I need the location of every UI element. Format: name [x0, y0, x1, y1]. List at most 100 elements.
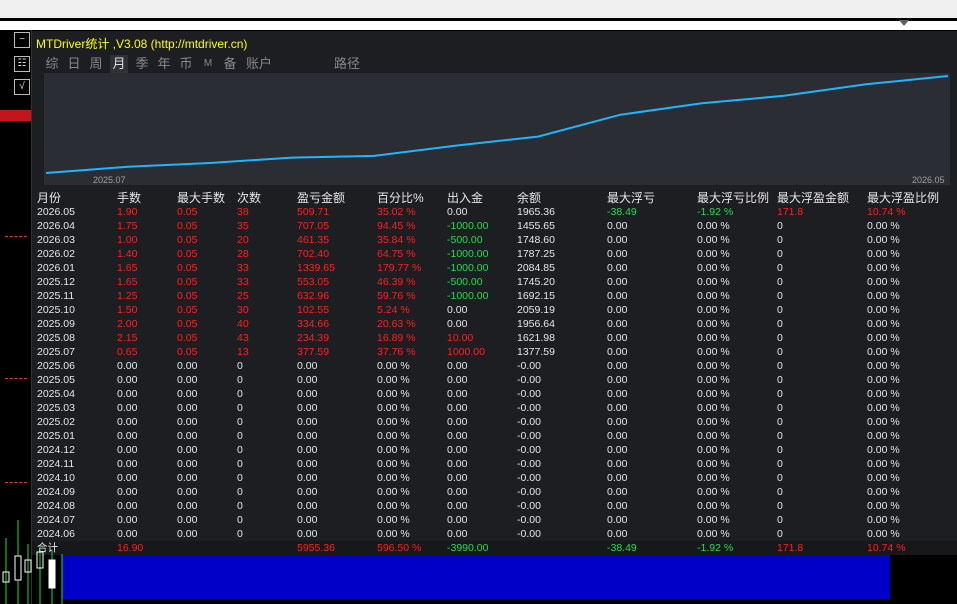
- tab-path[interactable]: 路径: [332, 55, 362, 73]
- column-header-trades[interactable]: 次数: [237, 190, 261, 206]
- cell-deposit: -1000.00: [447, 248, 489, 260]
- table-row: 2025.12 1.65 0.05 33 553.05 46.39 % -500.00 174…: [0, 275, 957, 289]
- column-header-max-lots[interactable]: 最大手数: [177, 190, 225, 206]
- column-header-max-floating-profit[interactable]: 最大浮盈金额: [777, 190, 849, 206]
- tab-day[interactable]: 日: [66, 55, 82, 73]
- cell-balance: -0.00: [517, 472, 541, 484]
- cell-trades: 33: [237, 276, 249, 288]
- cell-profit: 553.05: [297, 276, 330, 288]
- cell-lots: 2.00: [117, 318, 138, 330]
- cell-percent: 0.00 %: [377, 486, 410, 498]
- cell-max-floating-profit: 0: [777, 514, 783, 526]
- price-marker-red: [0, 110, 31, 121]
- cell-profit: 0.00: [297, 500, 318, 512]
- chart-shift-triangle-icon[interactable]: [899, 20, 909, 26]
- cell-max-lots: 0.05: [177, 206, 198, 218]
- cell-profit: 0.00: [297, 472, 318, 484]
- cell-balance: -0.00: [517, 444, 541, 456]
- cell-deposit: 0.00: [447, 388, 468, 400]
- cell-max-lots: 0.05: [177, 304, 198, 316]
- cell-trades: 0: [237, 486, 243, 498]
- column-header-max-drawdown-pct[interactable]: 最大浮亏比例: [697, 190, 769, 206]
- cell-balance: -0.00: [517, 430, 541, 442]
- column-header-month[interactable]: 月份: [37, 190, 61, 206]
- cell-lots: 0.00: [117, 374, 138, 386]
- cell-max-drawdown-pct: 0.00 %: [697, 290, 730, 302]
- cell-max-floating-profit-pct: 0.00 %: [867, 500, 900, 512]
- cell-percent: 0.00 %: [377, 416, 410, 428]
- cell-max-floating-profit-pct: 0.00 %: [867, 318, 900, 330]
- column-header-lots[interactable]: 手数: [117, 190, 141, 206]
- tab-month[interactable]: 月: [110, 55, 128, 73]
- cell-deposit: 0.00: [447, 430, 468, 442]
- column-header-max-drawdown[interactable]: 最大浮亏: [607, 190, 655, 206]
- total-max-floating-profit: 171.8: [777, 542, 804, 554]
- cell-max-floating-profit-pct: 0.00 %: [867, 402, 900, 414]
- indicator-subwindow: [62, 555, 890, 599]
- cell-max-drawdown-pct: 0.00 %: [697, 262, 730, 274]
- cell-deposit: -1000.00: [447, 290, 489, 302]
- cell-balance: 2084.85: [517, 262, 555, 274]
- cell-max-lots: 0.00: [177, 416, 198, 428]
- cell-max-drawdown: 0.00: [607, 402, 628, 414]
- cell-profit: 461.35: [297, 234, 330, 246]
- cell-trades: 0: [237, 458, 243, 470]
- cell-max-lots: 0.05: [177, 248, 198, 260]
- total-row-cells: 合计 16.90 5955.36 596.50 % -3990.00 -38.49 -1.9…: [0, 541, 957, 555]
- cell-profit: 509.71: [297, 206, 330, 218]
- cell-deposit: 0.00: [447, 360, 468, 372]
- cell-max-drawdown: 0.00: [607, 388, 628, 400]
- tab-week[interactable]: 周: [88, 55, 104, 73]
- tab-note[interactable]: 备: [222, 55, 238, 73]
- cell-balance: -0.00: [517, 458, 541, 470]
- tab-magic[interactable]: M: [200, 55, 216, 73]
- cell-max-drawdown-pct: 0.00 %: [697, 472, 730, 484]
- tab-summary[interactable]: 综: [44, 55, 60, 73]
- column-header-deposit[interactable]: 出入金: [447, 190, 483, 206]
- cell-lots: 0.00: [117, 416, 138, 428]
- cell-trades: 0: [237, 416, 243, 428]
- column-header-max-floating-profit-pct[interactable]: 最大浮盈比例: [867, 190, 939, 206]
- cell-lots: 0.00: [117, 458, 138, 470]
- table-row: 2025.04 0.00 0.00 0 0.00 0.00 % 0.00 -0.00 0.00 0…: [0, 387, 957, 401]
- column-header-percent[interactable]: 百分比%: [377, 190, 424, 206]
- tab-quarter[interactable]: 季: [134, 55, 150, 73]
- cell-deposit: -1000.00: [447, 262, 489, 274]
- cell-max-drawdown-pct: 0.00 %: [697, 220, 730, 232]
- cell-trades: 43: [237, 332, 249, 344]
- cell-max-drawdown-pct: 0.00 %: [697, 304, 730, 316]
- cell-max-drawdown: 0.00: [607, 500, 628, 512]
- total-max-drawdown-pct: -1.92 %: [697, 542, 734, 554]
- cell-profit: 0.00: [297, 514, 318, 526]
- tab-year[interactable]: 年: [156, 55, 172, 73]
- cell-max-floating-profit: 0: [777, 402, 783, 414]
- cell-max-drawdown-pct: 0.00 %: [697, 430, 730, 442]
- minimize-button[interactable]: −: [14, 32, 30, 48]
- cell-trades: 20: [237, 234, 249, 246]
- cell-max-drawdown-pct: 0.00 %: [697, 514, 730, 526]
- tab-account[interactable]: 账户: [244, 55, 274, 73]
- cell-max-floating-profit: 0: [777, 500, 783, 512]
- check-button[interactable]: √: [14, 79, 30, 95]
- cell-max-floating-profit: 0: [777, 472, 783, 484]
- layout-button[interactable]: ☷: [14, 56, 30, 72]
- cell-max-drawdown: 0.00: [607, 430, 628, 442]
- column-header-balance[interactable]: 余额: [517, 190, 541, 206]
- cell-profit: 707.05: [297, 220, 330, 232]
- cell-trades: 0: [237, 388, 243, 400]
- cell-max-floating-profit-pct: 0.00 %: [867, 220, 900, 232]
- tab-currency[interactable]: 币: [178, 55, 194, 73]
- cell-max-floating-profit: 0: [777, 486, 783, 498]
- cell-deposit: 0.00: [447, 444, 468, 456]
- cell-max-floating-profit-pct: 0.00 %: [867, 430, 900, 442]
- cell-percent: 0.00 %: [377, 402, 410, 414]
- cell-max-floating-profit-pct: 0.00 %: [867, 276, 900, 288]
- table-row: 2026.04 1.75 0.05 35 707.05 94.45 % -1000.00 14…: [0, 219, 957, 233]
- cell-max-lots: 0.00: [177, 444, 198, 456]
- cell-month: 2025.03: [37, 402, 75, 414]
- column-header-profit[interactable]: 盈亏金额: [297, 190, 345, 206]
- cell-month: 2025.10: [37, 304, 75, 316]
- cell-max-floating-profit-pct: 0.00 %: [867, 416, 900, 428]
- table-row: 2025.11 1.25 0.05 25 632.96 59.76 % -1000.00 16…: [0, 289, 957, 303]
- cell-max-floating-profit-pct: 0.00 %: [867, 234, 900, 246]
